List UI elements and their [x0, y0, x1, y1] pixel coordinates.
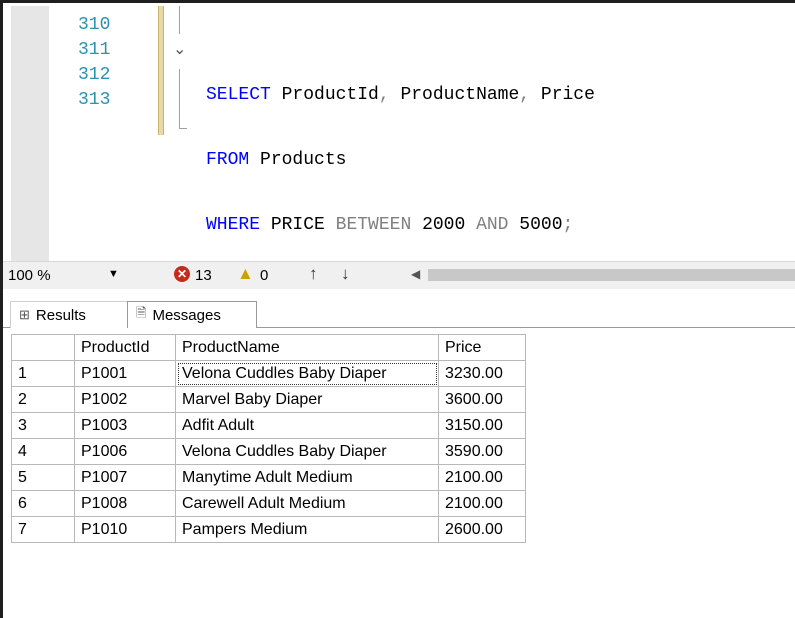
- grid-icon: ⊞: [19, 307, 30, 322]
- keyword-between: BETWEEN: [335, 215, 412, 235]
- identifier: Products: [249, 150, 347, 170]
- tab-results[interactable]: ⊞ Results: [10, 301, 129, 328]
- row-number[interactable]: 5: [11, 464, 75, 491]
- editor-status-bar: 100 % ▼ ✕ 13 ▲ 0 ↑ ↓ ◀: [3, 261, 795, 289]
- table-row[interactable]: 2 P1002 Marvel Baby Diaper 3600.00: [11, 386, 526, 413]
- cell-price[interactable]: 3590.00: [438, 438, 526, 465]
- previous-issue-arrow-icon[interactable]: ↑: [309, 264, 318, 284]
- cell-productname[interactable]: Adfit Adult: [175, 412, 439, 439]
- cell-productname[interactable]: Pampers Medium: [175, 516, 439, 543]
- scroll-left-icon[interactable]: ◀: [411, 267, 420, 281]
- horizontal-scrollbar[interactable]: [428, 269, 795, 281]
- cell-price[interactable]: 2100.00: [438, 490, 526, 517]
- row-number[interactable]: 2: [11, 386, 75, 413]
- row-number[interactable]: 3: [11, 412, 75, 439]
- outline-line: [179, 6, 180, 34]
- document-icon: 🗎: [136, 305, 147, 320]
- table-row[interactable]: 5 P1007 Manytime Adult Medium 2100.00: [11, 464, 526, 491]
- code-line-select: SELECT ProductId, ProductName, Price: [206, 83, 595, 108]
- cell-price[interactable]: 2600.00: [438, 516, 526, 543]
- row-number[interactable]: 1: [11, 360, 75, 387]
- code-text[interactable]: SELECT ProductId, ProductName, Price FRO…: [206, 43, 595, 278]
- cell-productname[interactable]: Manytime Adult Medium: [175, 464, 439, 491]
- number-literal: 5000: [508, 215, 563, 235]
- tab-results-label: Results: [35, 306, 86, 324]
- number-literal: 2000: [411, 215, 477, 235]
- keyword-select: SELECT: [206, 85, 271, 105]
- keyword-and: AND: [476, 215, 509, 235]
- warning-triangle-icon[interactable]: ▲: [237, 264, 254, 284]
- cell-productname[interactable]: Carewell Adult Medium: [175, 490, 439, 517]
- cell-productname[interactable]: Velona Cuddles Baby Diaper: [175, 438, 439, 465]
- dropdown-arrow-icon[interactable]: ▼: [108, 268, 119, 280]
- keyword-from: FROM: [206, 150, 250, 170]
- grid-header-row: ProductId ProductName Price: [11, 334, 526, 361]
- identifier: Price: [530, 85, 595, 105]
- outline-end-tick: [179, 128, 187, 129]
- cell-price[interactable]: 3230.00: [438, 360, 526, 387]
- results-tabs: ⊞ Results 🗎 Messages: [3, 289, 795, 328]
- comma: ,: [378, 85, 390, 105]
- table-row[interactable]: 7 P1010 Pampers Medium 2600.00: [11, 516, 526, 543]
- cell-price[interactable]: 3600.00: [438, 386, 526, 413]
- next-issue-arrow-icon[interactable]: ↓: [341, 264, 350, 284]
- cell-productname[interactable]: Velona Cuddles Baby Diaper: [175, 360, 439, 387]
- zoom-value: 100 %: [8, 267, 51, 284]
- cell-productid[interactable]: P1010: [74, 516, 176, 543]
- row-number-header[interactable]: [11, 334, 75, 361]
- error-count[interactable]: 13: [195, 267, 212, 284]
- zoom-dropdown[interactable]: 100 % ▼: [6, 265, 120, 285]
- cell-productid[interactable]: P1001: [74, 360, 176, 387]
- cell-productid[interactable]: P1003: [74, 412, 176, 439]
- table-row[interactable]: 4 P1006 Velona Cuddles Baby Diaper 3590.…: [11, 438, 526, 465]
- table-row[interactable]: 3 P1003 Adfit Adult 3150.00: [11, 412, 526, 439]
- line-number: 312: [78, 65, 111, 85]
- line-number: 311: [78, 40, 111, 60]
- cell-price[interactable]: 3150.00: [438, 412, 526, 439]
- code-line-where: WHERE PRICE BETWEEN 2000 AND 5000;: [206, 213, 595, 238]
- cell-price[interactable]: 2100.00: [438, 464, 526, 491]
- results-grid[interactable]: ProductId ProductName Price 1 P1001 Velo…: [11, 334, 526, 543]
- warning-count[interactable]: 0: [260, 267, 268, 284]
- column-header-price[interactable]: Price: [438, 334, 526, 361]
- query-editor[interactable]: 310 311 312 313 ⌄ SELECT ProductId, Prod…: [3, 3, 795, 264]
- editor-margin: [11, 6, 49, 264]
- column-header-productid[interactable]: ProductId: [74, 334, 176, 361]
- cell-productid[interactable]: P1006: [74, 438, 176, 465]
- identifier: ProductId: [270, 85, 379, 105]
- row-number[interactable]: 6: [11, 490, 75, 517]
- comma: ,: [519, 85, 531, 105]
- column-header-productname[interactable]: ProductName: [175, 334, 439, 361]
- line-number: 310: [78, 15, 111, 35]
- row-number[interactable]: 7: [11, 516, 75, 543]
- cell-productid[interactable]: P1002: [74, 386, 176, 413]
- table-row[interactable]: 6 P1008 Carewell Adult Medium 2100.00: [11, 490, 526, 517]
- table-row[interactable]: 1 P1001 Velona Cuddles Baby Diaper 3230.…: [11, 360, 526, 387]
- cell-productid[interactable]: P1008: [74, 490, 176, 517]
- line-number: 313: [78, 90, 111, 110]
- row-number[interactable]: 4: [11, 438, 75, 465]
- cell-productid[interactable]: P1007: [74, 464, 176, 491]
- keyword-where: WHERE: [206, 215, 261, 235]
- tab-messages-label: Messages: [152, 306, 221, 324]
- identifier: PRICE: [260, 215, 336, 235]
- semicolon: ;: [562, 215, 574, 235]
- code-line-from: FROM Products: [206, 148, 595, 173]
- cell-productname[interactable]: Marvel Baby Diaper: [175, 386, 439, 413]
- change-tracking-bar: [158, 6, 164, 135]
- error-circle-icon[interactable]: ✕: [174, 266, 190, 282]
- outline-line: [179, 69, 180, 128]
- tab-messages[interactable]: 🗎 Messages: [127, 301, 257, 328]
- collapse-chevron-icon[interactable]: ⌄: [173, 39, 186, 58]
- line-numbers: 310 311 312 313: [78, 13, 110, 113]
- identifier: ProductName: [389, 85, 520, 105]
